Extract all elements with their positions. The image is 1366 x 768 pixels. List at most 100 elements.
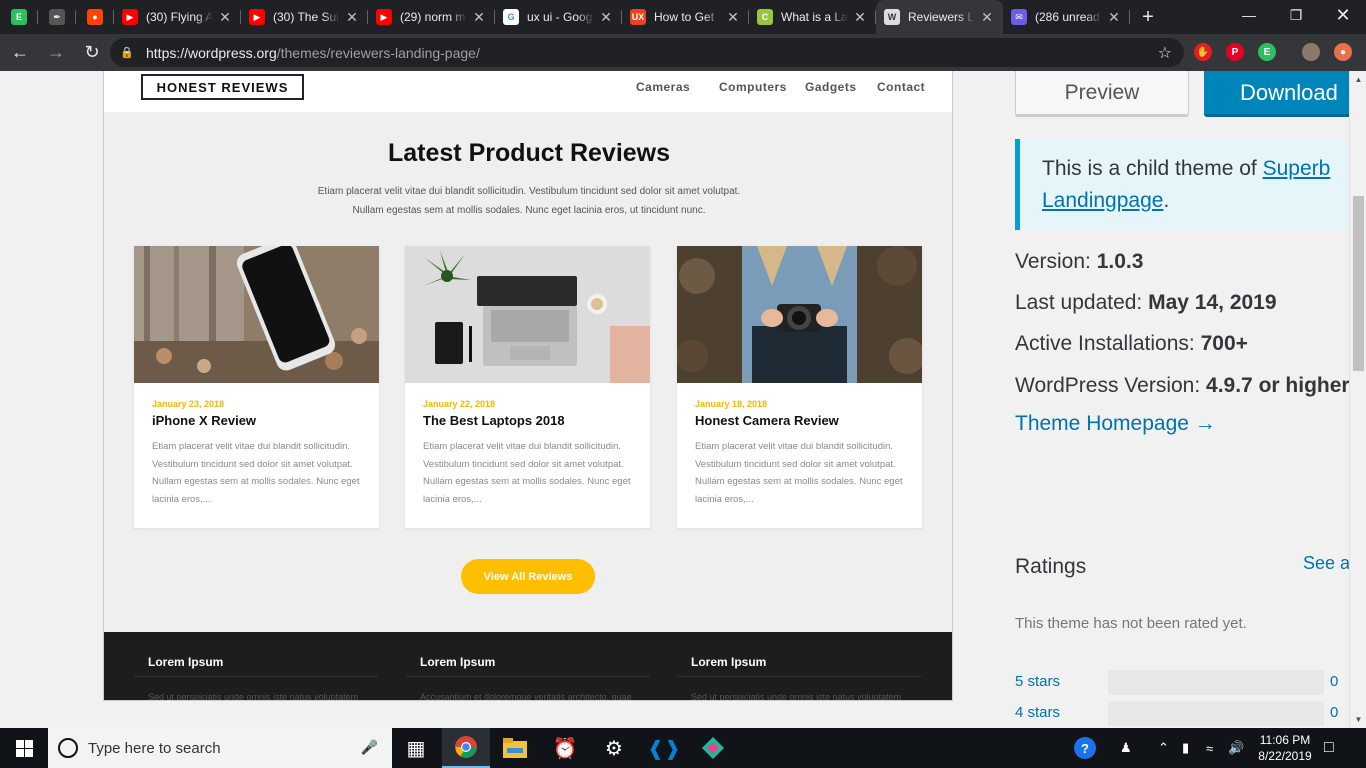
tab-title: ux ui - Goog [527, 10, 593, 24]
site-footer: Lorem Ipsum Lorem Ipsum Lorem Ipsum Sed … [104, 632, 952, 700]
youtube-icon: ▶ [249, 9, 265, 25]
browser-tab[interactable]: ● [76, 0, 114, 34]
close-tab-icon[interactable]: ✕ [979, 9, 995, 26]
adblock-extension-icon[interactable]: ✋ [1194, 43, 1212, 61]
close-tab-icon[interactable]: ✕ [344, 9, 360, 26]
battery-icon[interactable]: ▮ [1182, 728, 1189, 768]
card-excerpt: Etiam placerat velit vitae dui blandit s… [152, 441, 360, 505]
task-view-icon[interactable]: ▦ [392, 728, 440, 768]
hero-subtitle: Etiam placerat velit vitae dui blandit s… [317, 186, 741, 216]
address-bar[interactable]: 🔒 https://wordpress.org/themes/reviewers… [110, 38, 1184, 67]
feather-icon: ✒ [49, 9, 65, 25]
browser-tab[interactable]: ▶ (29) norm m ✕ [368, 0, 495, 34]
tab-title: (30) The Sul [273, 10, 339, 24]
divider [677, 676, 921, 677]
new-tab-icon[interactable]: + [1130, 0, 1166, 34]
system-clock[interactable]: 11:06 PM 8/22/2019 [1250, 732, 1320, 764]
rating-bar [1108, 701, 1324, 726]
preview-button[interactable]: Preview [1015, 71, 1189, 117]
browser-tab[interactable]: ▶ (30) The Sul ✕ [241, 0, 368, 34]
search-icon [58, 738, 78, 758]
nav-contact: Contact [877, 80, 926, 94]
browser-tab[interactable]: E [0, 0, 38, 34]
card-title: The Best Laptops 2018 [423, 413, 565, 428]
browser-tab[interactable]: Gux ui - Goog ✕ [495, 0, 622, 34]
site-header: HONEST REVIEWS Cameras Computers Gadgets… [104, 71, 952, 112]
browser-tab[interactable]: C What is a La ✕ [749, 0, 876, 34]
wordpress-icon: W [884, 9, 900, 25]
divider [406, 676, 650, 677]
card-date: January 23, 2018 [152, 399, 225, 409]
close-tab-icon[interactable]: ✕ [852, 9, 868, 26]
rating-count: 0 [1330, 673, 1339, 690]
close-tab-icon[interactable]: ✕ [217, 9, 233, 26]
review-card: January 22, 2018 The Best Laptops 2018 E… [405, 246, 650, 528]
browser-tab[interactable]: W Reviewers L ✕ [876, 0, 1003, 34]
settings-gear-icon[interactable]: ⚙ [590, 728, 638, 768]
nav-cameras: Cameras [636, 80, 691, 94]
tab-title: How to Get [654, 10, 715, 24]
footer-heading: Lorem Ipsum [148, 655, 224, 669]
rating-count: 0 [1330, 704, 1339, 721]
scroll-up-icon[interactable]: ▲ [1350, 71, 1366, 88]
evernote-icon: E [11, 9, 27, 25]
close-window-icon[interactable]: ✕ [1320, 0, 1366, 30]
browser-tab[interactable]: UX How to Get ✕ [622, 0, 749, 34]
alarm-clock-icon[interactable]: ⏰ [541, 728, 589, 768]
bookmark-star-icon[interactable]: ☆ [1158, 43, 1172, 63]
browser-tab[interactable]: ✒ [38, 0, 76, 34]
ux-icon: UX [630, 9, 646, 25]
pinterest-extension-icon[interactable]: P [1226, 43, 1244, 61]
wifi-icon[interactable]: ≈ [1206, 728, 1213, 768]
footer-text: Sed ut perspiciatis unde omnis iste natu… [691, 692, 902, 700]
extension-icon[interactable]: ● [1334, 43, 1352, 61]
download-button[interactable]: Download [1204, 71, 1366, 117]
vertical-scrollbar[interactable]: ▲ ▼ [1349, 71, 1366, 728]
scrollbar-thumb[interactable] [1353, 196, 1364, 371]
taskbar-search-input[interactable]: Type here to search 🎤 [48, 728, 392, 768]
forward-icon[interactable]: → [40, 37, 72, 69]
close-tab-icon[interactable]: ✕ [598, 9, 614, 26]
five-stars-link[interactable]: 5 stars [1015, 673, 1060, 690]
reload-icon[interactable]: ↻ [76, 37, 108, 69]
c-icon: C [757, 9, 773, 25]
browser-tab[interactable]: ▶ (30) Flying A ✕ [114, 0, 241, 34]
profile-avatar[interactable] [1302, 43, 1320, 61]
footer-text: Accusantium et doloremque veritatis arch… [420, 692, 632, 700]
camera-photo [677, 246, 922, 383]
minimize-icon[interactable]: — [1226, 0, 1272, 30]
help-icon[interactable]: ? [1074, 728, 1096, 768]
file-explorer-icon[interactable] [491, 728, 539, 768]
site-logo: HONEST REVIEWS [141, 74, 304, 100]
chrome-taskbar-icon[interactable] [442, 728, 490, 768]
four-stars-link[interactable]: 4 stars [1015, 704, 1060, 721]
laptop-photo [405, 246, 650, 383]
footer-heading: Lorem Ipsum [691, 655, 767, 669]
show-hidden-icons[interactable]: ⌃ [1158, 728, 1169, 768]
microphone-icon[interactable]: 🎤 [361, 739, 378, 756]
page-viewport: HONEST REVIEWS Cameras Computers Gadgets… [0, 71, 1366, 728]
windows-start-icon[interactable] [0, 728, 48, 768]
people-icon[interactable]: ♟ [1120, 728, 1132, 768]
gitkraken-icon[interactable] [689, 728, 737, 768]
wp-version-meta: WordPress Version: 4.9.7 or higher [1015, 374, 1350, 397]
close-tab-icon[interactable]: ✕ [1106, 9, 1122, 26]
last-updated-meta: Last updated: May 14, 2019 [1015, 291, 1277, 314]
close-tab-icon[interactable]: ✕ [725, 9, 741, 26]
url-text[interactable]: https://wordpress.org/themes/reviewers-l… [146, 45, 480, 61]
evernote-extension-icon[interactable]: E [1258, 43, 1276, 61]
card-excerpt: Etiam placerat velit vitae dui blandit s… [423, 441, 631, 505]
vscode-icon[interactable]: ❰❱ [640, 728, 688, 768]
back-icon[interactable]: ← [4, 37, 36, 69]
scroll-down-icon[interactable]: ▼ [1350, 711, 1366, 728]
volume-icon[interactable]: 🔊 [1228, 728, 1244, 768]
nav-gadgets: Gadgets [805, 80, 857, 94]
notifications-icon[interactable]: □ [1324, 728, 1334, 768]
active-installs-meta: Active Installations: 700+ [1015, 332, 1248, 355]
maximize-icon[interactable]: ❐ [1273, 0, 1319, 30]
reddit-icon: ● [87, 9, 103, 25]
child-theme-notice: This is a child theme of Superb Landingp… [1015, 139, 1366, 230]
close-tab-icon[interactable]: ✕ [471, 9, 487, 26]
browser-tab[interactable]: ✉ (286 unread ✕ [1003, 0, 1130, 34]
theme-homepage-link[interactable]: Theme Homepage → [1015, 412, 1216, 436]
